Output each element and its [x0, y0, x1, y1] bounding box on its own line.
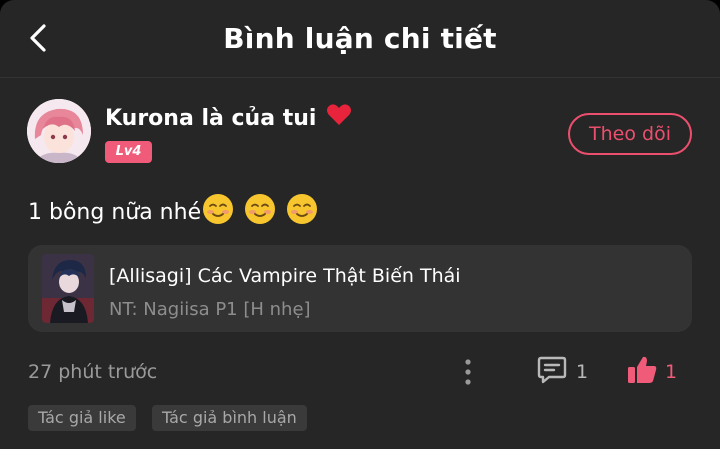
work-title: [Allisagi] Các Vampire Thật Biến Thái — [109, 265, 461, 287]
header: Bình luận chi tiết — [0, 0, 720, 78]
reply-button[interactable] — [536, 354, 568, 388]
linked-work-card[interactable]: [Allisagi] Các Vampire Thật Biến Thái NT… — [28, 245, 692, 332]
like-button[interactable] — [626, 354, 660, 388]
tag-author-commented: Tác giả bình luận — [152, 405, 307, 431]
blushing-smile-emoji — [286, 193, 318, 231]
comment-body: 1 bông nữa nhé — [28, 200, 202, 225]
comment-count: 1 — [576, 361, 589, 383]
avatar[interactable] — [27, 99, 91, 163]
comment-icon — [537, 356, 567, 384]
username-text: Kurona là của tui — [105, 106, 317, 131]
follow-button[interactable]: Theo dõi — [568, 113, 692, 155]
tag-author-liked: Tác giả like — [28, 405, 136, 431]
timestamp: 27 phút trước — [28, 361, 158, 383]
heart-icon — [327, 104, 352, 125]
level-badge: Lv4 — [105, 141, 152, 163]
more-options-button[interactable] — [458, 357, 478, 387]
username[interactable]: Kurona là của tui — [105, 103, 352, 131]
thumbs-up-icon — [628, 356, 657, 383]
like-count: 1 — [665, 361, 678, 383]
blushing-smile-emoji — [244, 193, 276, 231]
comment-text: 1 bông nữa nhé — [28, 193, 321, 231]
emoji-row — [202, 193, 321, 231]
page-title: Bình luận chi tiết — [223, 22, 497, 55]
work-subtitle: NT: Nagiisa P1 [H nhẹ] — [109, 299, 311, 320]
blushing-smile-emoji — [202, 193, 234, 231]
work-cover-image — [42, 254, 94, 323]
comment-detail-screen: Bình luận chi tiết Kurona là của tui Lv4… — [0, 0, 720, 449]
more-vertical-icon — [465, 359, 471, 385]
